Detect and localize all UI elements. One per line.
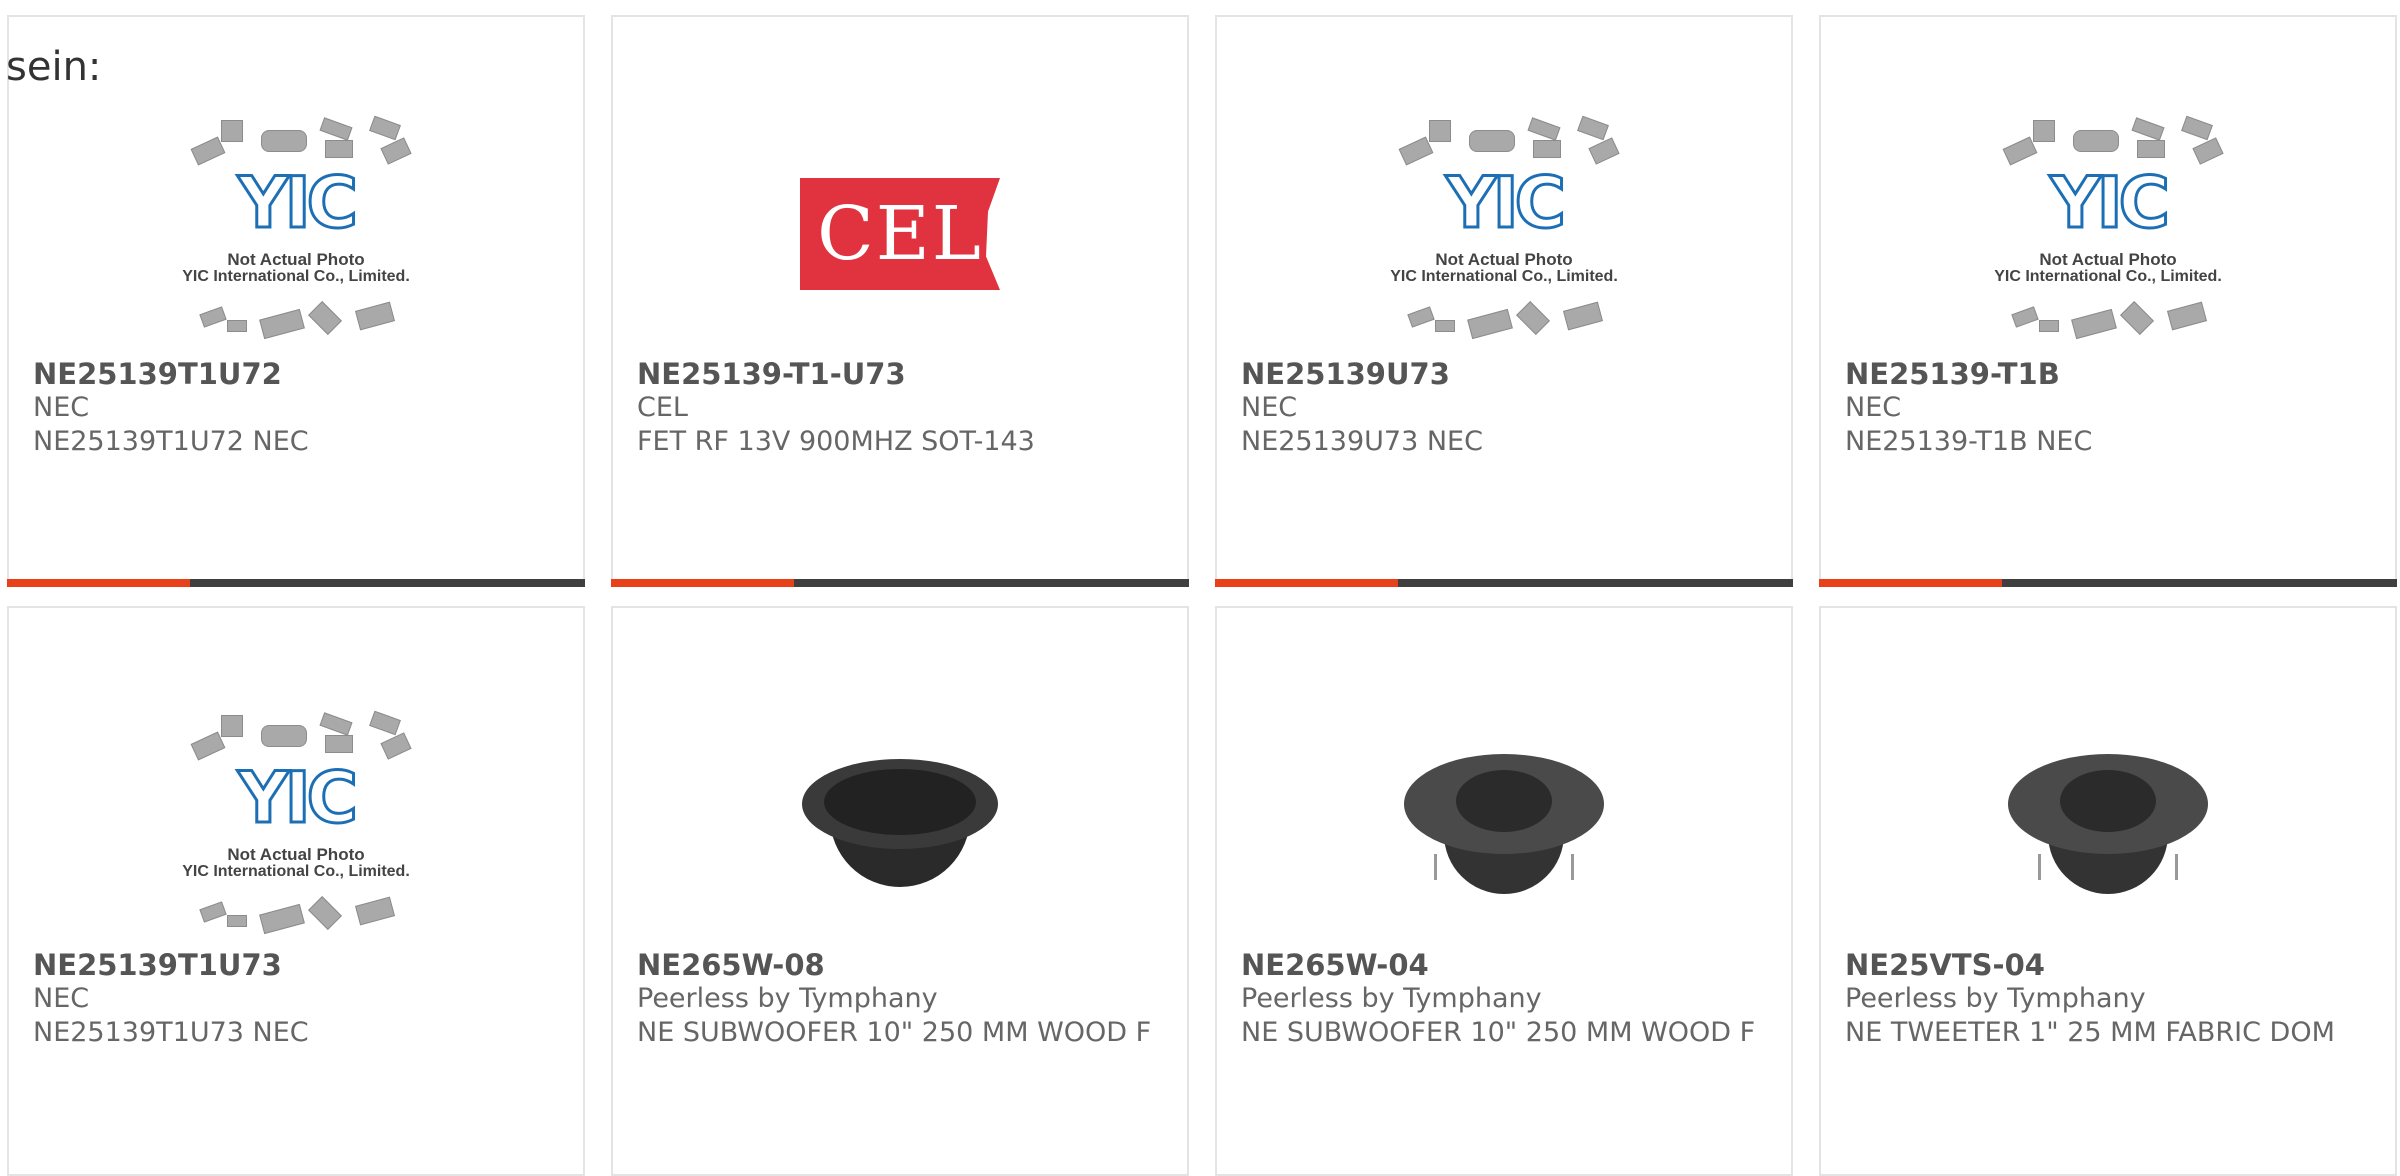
yic-placeholder-image: YIC Not Actual Photo YIC International C… (161, 709, 431, 949)
part-number-link[interactable]: NE265W-04 (1241, 948, 1775, 982)
yic-placeholder-image: YIC Not Actual Photo YIC International C… (1369, 114, 1639, 354)
product-image[interactable] (613, 690, 1187, 968)
tweeter-photo (2008, 744, 2208, 914)
product-image-placeholder[interactable]: YIC Not Actual Photo YIC International C… (9, 690, 583, 968)
part-number-link[interactable]: NE25139T1U72 (33, 357, 567, 391)
description: FET RF 13V 900MHZ SOT-143 (637, 426, 1035, 457)
manufacturer: NEC (1241, 392, 1298, 423)
description: NE25139T1U72 NEC (33, 426, 309, 457)
placeholder-company: YIC International Co., Limited. (1390, 268, 1618, 285)
manufacturer: NEC (1845, 392, 1902, 423)
product-card[interactable]: YIC Not Actual Photo YIC International C… (7, 606, 585, 1176)
card-accent-bar (1215, 579, 1793, 587)
manufacturer: CEL (637, 392, 688, 423)
product-image[interactable]: CEL (613, 95, 1187, 373)
placeholder-company: YIC International Co., Limited. (182, 268, 410, 285)
placeholder-note: Not Actual Photo (1435, 250, 1573, 269)
description: NE25139-T1B NEC (1845, 426, 2093, 457)
yic-placeholder-image: YIC Not Actual Photo YIC International C… (161, 114, 431, 354)
description: NE25139U73 NEC (1241, 426, 1483, 457)
description: NE SUBWOOFER 10" 250 MM WOOD F (1241, 1017, 1756, 1048)
manufacturer: Peerless by Tymphany (1845, 983, 2146, 1014)
yic-logo: YIC (236, 161, 359, 246)
placeholder-company: YIC International Co., Limited. (182, 863, 410, 880)
yic-logo: YIC (2048, 161, 2171, 246)
yic-logo: YIC (236, 756, 359, 841)
placeholder-note: Not Actual Photo (227, 250, 365, 269)
woofer-photo (800, 749, 1000, 909)
product-card[interactable]: CEL NE25139-T1-U73 CEL FET RF 13V 900MHZ… (611, 15, 1189, 587)
yic-placeholder-image: YIC Not Actual Photo YIC International C… (1973, 114, 2243, 354)
product-card[interactable]: YIC Not Actual Photo YIC International C… (1215, 15, 1793, 587)
manufacturer: NEC (33, 392, 90, 423)
placeholder-note: Not Actual Photo (2039, 250, 2177, 269)
placeholder-company: YIC International Co., Limited. (1994, 268, 2222, 285)
description: NE25139T1U73 NEC (33, 1017, 309, 1048)
product-card[interactable]: YIC Not Actual Photo YIC International C… (1819, 15, 2397, 587)
part-number-link[interactable]: NE25VTS-04 (1845, 948, 2379, 982)
product-image-placeholder[interactable]: YIC Not Actual Photo YIC International C… (1821, 95, 2395, 373)
cel-logo: CEL (800, 178, 1000, 290)
card-accent-bar (611, 579, 1189, 587)
product-card[interactable]: NE265W-08 Peerless by Tymphany NE SUBWOO… (611, 606, 1189, 1176)
part-number-link[interactable]: NE25139U73 (1241, 357, 1775, 391)
product-card[interactable]: YIC Not Actual Photo YIC International C… (7, 15, 585, 587)
manufacturer: Peerless by Tymphany (1241, 983, 1542, 1014)
product-card[interactable]: NE25VTS-04 Peerless by Tymphany NE TWEET… (1819, 606, 2397, 1176)
product-image-placeholder[interactable]: YIC Not Actual Photo YIC International C… (1217, 95, 1791, 373)
placeholder-note: Not Actual Photo (227, 845, 365, 864)
product-card[interactable]: NE265W-04 Peerless by Tymphany NE SUBWOO… (1215, 606, 1793, 1176)
description: NE TWEETER 1" 25 MM FABRIC DOM (1845, 1017, 2335, 1048)
speaker-photo (1404, 744, 1604, 914)
part-number-link[interactable]: NE265W-08 (637, 948, 1171, 982)
product-image[interactable] (1217, 690, 1791, 968)
card-accent-bar (1819, 579, 2397, 587)
part-number-link[interactable]: NE25139-T1-U73 (637, 357, 1171, 391)
part-number-link[interactable]: NE25139T1U73 (33, 948, 567, 982)
card-accent-bar (7, 579, 585, 587)
product-image-placeholder[interactable]: YIC Not Actual Photo YIC International C… (9, 95, 583, 373)
yic-logo: YIC (1444, 161, 1567, 246)
intro-text: sein: (6, 44, 102, 90)
manufacturer: Peerless by Tymphany (637, 983, 938, 1014)
part-number-link[interactable]: NE25139-T1B (1845, 357, 2379, 391)
product-image[interactable] (1821, 690, 2395, 968)
description: NE SUBWOOFER 10" 250 MM WOOD F (637, 1017, 1152, 1048)
manufacturer: NEC (33, 983, 90, 1014)
